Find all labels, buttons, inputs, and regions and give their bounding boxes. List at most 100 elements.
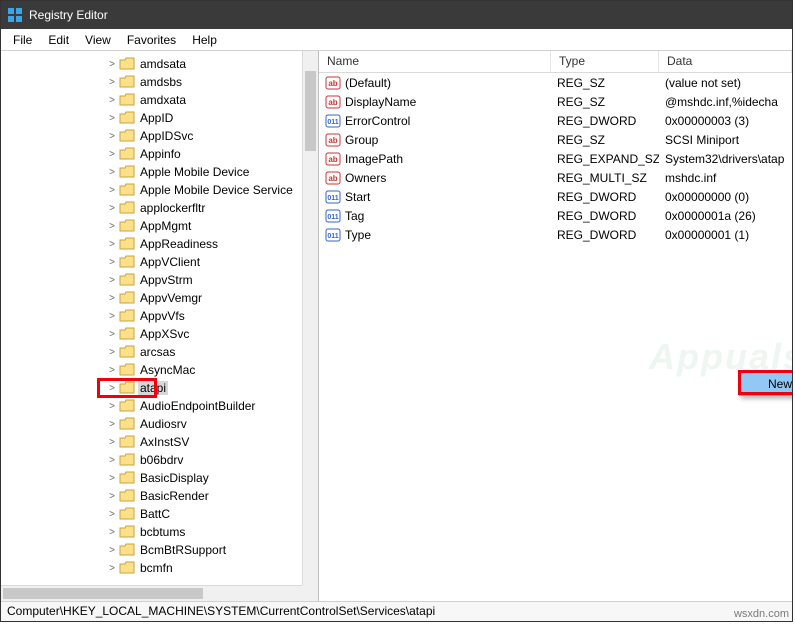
folder-icon <box>119 57 135 71</box>
expand-icon[interactable]: > <box>106 491 118 502</box>
value-row[interactable]: abDisplayNameREG_SZ@mshdc.inf,%idecha <box>319 92 792 111</box>
expand-icon[interactable]: > <box>106 455 118 466</box>
value-row[interactable]: abGroupREG_SZSCSI Miniport <box>319 130 792 149</box>
value-row[interactable]: 011StartREG_DWORD0x00000000 (0) <box>319 187 792 206</box>
expand-icon[interactable]: > <box>106 563 118 574</box>
tree-item[interactable]: >AppID <box>1 109 302 127</box>
tree-item[interactable]: >Apple Mobile Device <box>1 163 302 181</box>
value-row[interactable]: ab(Default)REG_SZ(value not set) <box>319 73 792 92</box>
registry-tree[interactable]: >amdsata>amdsbs>amdxata>AppID>AppIDSvc>A… <box>1 51 302 577</box>
expand-icon[interactable]: > <box>106 131 118 142</box>
tree-item[interactable]: > BasicRender <box>1 487 302 505</box>
value-row[interactable]: abOwnersREG_MULTI_SZmshdc.inf <box>319 168 792 187</box>
expand-icon[interactable]: > <box>106 59 118 70</box>
column-type[interactable]: Type <box>551 51 659 72</box>
content-split: >amdsata>amdsbs>amdxata>AppID>AppIDSvc>A… <box>1 51 792 601</box>
expand-icon[interactable]: > <box>106 365 118 376</box>
value-row[interactable]: 011TagREG_DWORD0x0000001a (26) <box>319 206 792 225</box>
tree-item[interactable]: >amdsata <box>1 55 302 73</box>
expand-icon[interactable]: > <box>106 545 118 556</box>
expand-icon[interactable]: > <box>106 401 118 412</box>
tree-item-label: Apple Mobile Device Service <box>138 183 295 197</box>
tree-item[interactable]: >AudioEndpointBuilder <box>1 397 302 415</box>
menu-file[interactable]: File <box>5 31 40 49</box>
window-title: Registry Editor <box>29 8 108 22</box>
menu-help[interactable]: Help <box>184 31 225 49</box>
expand-icon[interactable]: > <box>106 509 118 520</box>
context-item-new[interactable]: New ▶ <box>740 372 792 395</box>
expand-icon[interactable]: > <box>106 77 118 88</box>
expand-icon[interactable]: > <box>106 293 118 304</box>
expand-icon[interactable]: > <box>106 347 118 358</box>
expand-icon[interactable]: > <box>106 95 118 106</box>
string-value-icon: ab <box>325 151 341 167</box>
expand-icon[interactable]: > <box>106 149 118 160</box>
tree-item[interactable]: >BasicDisplay <box>1 469 302 487</box>
tree-item[interactable]: >BattC <box>1 505 302 523</box>
tree-item[interactable]: >AppvStrm <box>1 271 302 289</box>
tree-item-label: BasicRender <box>138 489 211 503</box>
tree-item[interactable]: >amdxata <box>1 91 302 109</box>
expand-icon[interactable]: > <box>106 239 118 250</box>
tree-horizontal-scrollbar[interactable] <box>1 585 302 601</box>
svg-text:ab: ab <box>328 136 337 145</box>
tree-item[interactable]: >AppReadiness <box>1 235 302 253</box>
svg-text:ab: ab <box>328 155 337 164</box>
tree-item[interactable]: >Audiosrv <box>1 415 302 433</box>
expand-icon[interactable]: > <box>106 221 118 232</box>
value-row[interactable]: 011TypeREG_DWORD0x00000001 (1) <box>319 225 792 244</box>
tree-item[interactable]: >bcmfn <box>1 559 302 577</box>
tree-item[interactable]: >AppVClient <box>1 253 302 271</box>
tree-item[interactable]: >AppIDSvc <box>1 127 302 145</box>
menubar: File Edit View Favorites Help <box>1 29 792 51</box>
tree-item[interactable]: >amdsbs <box>1 73 302 91</box>
expand-icon[interactable]: > <box>106 311 118 322</box>
tree-item[interactable]: >b06bdrv <box>1 451 302 469</box>
tree-item[interactable]: > AppvVemgr <box>1 289 302 307</box>
tree-item[interactable]: >AppMgmt <box>1 217 302 235</box>
tree-item[interactable]: >applockerfltr <box>1 199 302 217</box>
value-row[interactable]: abImagePathREG_EXPAND_SZSystem32\drivers… <box>319 149 792 168</box>
svg-text:ab: ab <box>328 79 337 88</box>
tree-item[interactable]: > Apple Mobile Device Service <box>1 181 302 199</box>
tree-item[interactable]: > AppXSvc <box>1 325 302 343</box>
expand-icon[interactable]: > <box>106 185 118 196</box>
tree-vertical-scrollbar[interactable] <box>302 51 318 585</box>
value-type: REG_SZ <box>551 76 659 90</box>
value-row[interactable]: 011ErrorControlREG_DWORD0x00000003 (3) <box>319 111 792 130</box>
expand-icon[interactable]: > <box>106 527 118 538</box>
expand-icon[interactable]: > <box>106 419 118 430</box>
values-list[interactable]: ab(Default)REG_SZ(value not set)abDispla… <box>319 73 792 244</box>
tree-item[interactable]: >AxInstSV <box>1 433 302 451</box>
menu-view[interactable]: View <box>77 31 119 49</box>
tree-item[interactable]: >Appinfo <box>1 145 302 163</box>
tree-item[interactable]: > bcbtums <box>1 523 302 541</box>
value-type: REG_DWORD <box>551 190 659 204</box>
tree-item-label: bcbtums <box>138 525 187 539</box>
expand-icon[interactable]: > <box>106 275 118 286</box>
tree-item-label: AppvVemgr <box>138 291 204 305</box>
expand-icon[interactable]: > <box>106 473 118 484</box>
expand-icon[interactable]: > <box>106 257 118 268</box>
tree-item[interactable]: >AppvVfs <box>1 307 302 325</box>
tree-item[interactable]: >arcsas <box>1 343 302 361</box>
tree-item[interactable]: >AsyncMac <box>1 361 302 379</box>
menu-edit[interactable]: Edit <box>40 31 77 49</box>
expand-icon[interactable]: > <box>106 437 118 448</box>
folder-icon <box>119 471 135 485</box>
expand-icon[interactable]: > <box>106 167 118 178</box>
expand-icon[interactable]: > <box>106 329 118 340</box>
column-data[interactable]: Data <box>659 51 792 72</box>
tree-item[interactable]: >BcmBtRSupport <box>1 541 302 559</box>
folder-icon <box>119 237 135 251</box>
tree-item[interactable]: >atapi <box>1 379 302 397</box>
menu-favorites[interactable]: Favorites <box>119 31 184 49</box>
expand-icon[interactable]: > <box>106 113 118 124</box>
expand-icon[interactable]: > <box>106 383 118 394</box>
context-menu[interactable]: New ▶ <box>739 371 792 396</box>
tree-item-label: AppXSvc <box>138 327 191 341</box>
scrollbar-thumb[interactable] <box>305 71 316 151</box>
expand-icon[interactable]: > <box>106 203 118 214</box>
column-name[interactable]: Name <box>319 51 551 72</box>
scrollbar-thumb[interactable] <box>3 588 203 599</box>
